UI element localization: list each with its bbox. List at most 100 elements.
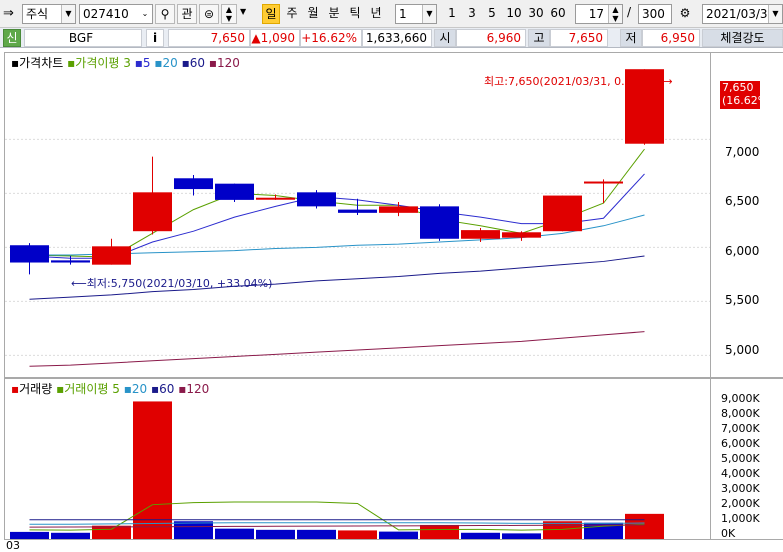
volume-bar — [338, 530, 377, 539]
period-day-button[interactable]: 일 — [262, 4, 280, 24]
search-icon: ⚲ — [160, 7, 170, 21]
minute-30-button[interactable]: 30 — [525, 4, 547, 24]
count-value: 17 — [588, 7, 604, 21]
y-tick: 4,000K — [721, 467, 760, 480]
volume-bar — [379, 531, 418, 539]
count-total-input[interactable]: 300 — [638, 4, 672, 24]
down-arrow-icon[interactable]: ▼ — [222, 14, 236, 23]
date-axis-label: 03 — [6, 539, 20, 552]
y-tick: 6,500 — [725, 194, 760, 208]
dropdown-arrow-icon[interactable]: ▼ — [240, 7, 246, 27]
volume-bar — [92, 525, 131, 539]
y-tick: 2,000K — [721, 497, 760, 510]
volume-chart-pane[interactable]: ▪거래량 ▪거래이평 5 ▪20 ▪60 ▪120 — [4, 378, 711, 540]
up-arrow-icon[interactable]: ▲ — [222, 5, 236, 14]
spin-icon[interactable]: ▲ ▼ — [608, 5, 622, 23]
chevron-down-icon[interactable]: ▼ — [61, 5, 75, 23]
high-label: 고 — [528, 29, 550, 47]
pin-icon: ⚙ — [679, 6, 691, 20]
arrow-left-icon: ⟵ — [71, 277, 87, 290]
count-input[interactable]: 17 ▲ ▼ — [575, 4, 623, 24]
candle-body — [461, 230, 500, 239]
y-tick: 7,000 — [725, 145, 760, 159]
current-price-tag-value: 7,650 — [722, 81, 754, 94]
y-tick: 6,000 — [725, 244, 760, 258]
candle-body — [543, 195, 582, 232]
y-tick: 5,000K — [721, 452, 760, 465]
max-price-text: 최고:7,650(2021/03/31, 0.00%) — [484, 75, 654, 88]
trade-volume: 1,633,660 — [362, 29, 432, 47]
y-tick: 7,000K — [721, 422, 760, 435]
price-chart-pane[interactable]: ▪가격차트 ▪가격이평 3 ▪5 ▪20 ▪60 ▪120 최고:7,650(2… — [4, 52, 711, 378]
refresh-icon: ⊜ — [203, 7, 215, 21]
minute-10-button[interactable]: 10 — [503, 4, 525, 24]
toolbar: ⇒ 주식 ▼ 027410 ⌄ ⚲ 관 ⊜ ▲ ▼ ▼ 일 주 월 분 틱 년 1 ▼ … — [0, 0, 783, 28]
open-price: 6,960 — [456, 29, 526, 47]
candle-body — [51, 260, 90, 263]
minute-1-button[interactable]: 1 — [443, 4, 461, 24]
chevron-down-icon[interactable]: ▼ — [422, 5, 436, 23]
chevron-down-icon[interactable]: ⌄ — [138, 5, 152, 23]
price-axis: 7,650 (16.62%) 7,000 6,500 6,000 5,500 5,… — [711, 52, 783, 378]
menu-arrow-icon[interactable]: ⇒ — [3, 6, 14, 26]
ma-line-120 — [29, 331, 645, 367]
arrow-right-icon: ⟶ — [656, 75, 673, 88]
period-year-button[interactable]: 년 — [367, 4, 385, 24]
candle-body — [133, 192, 172, 232]
volume-bar — [502, 533, 541, 539]
y-tick: 9,000K — [721, 392, 760, 405]
period-minute-button[interactable]: 분 — [325, 4, 343, 24]
high-price: 7,650 — [550, 29, 608, 47]
date-axis-bar: 03 — [0, 540, 783, 551]
candle-body — [502, 232, 541, 238]
stock-name: BGF — [24, 29, 142, 47]
candle-body — [584, 181, 623, 184]
current-price: 7,650 — [168, 29, 250, 47]
period-month-button[interactable]: 월 — [304, 4, 322, 24]
candle-body — [338, 209, 377, 213]
minute-5-button[interactable]: 5 — [483, 4, 501, 24]
volume-chart-svg[interactable] — [5, 379, 710, 539]
minute-3-button[interactable]: 3 — [463, 4, 481, 24]
change-rate: +16.62% — [300, 29, 362, 47]
search-button[interactable]: ⚲ — [155, 4, 175, 24]
price-change: ▲1,090 — [250, 29, 300, 47]
open-label: 시 — [434, 29, 456, 47]
y-tick: 5,500 — [725, 293, 760, 307]
volume-bar — [174, 521, 213, 539]
volume-bar — [10, 531, 49, 539]
up-down-spin[interactable]: ▲ ▼ — [221, 4, 237, 24]
low-label: 저 — [620, 29, 642, 47]
low-price: 6,950 — [642, 29, 700, 47]
stock-code-input[interactable]: 027410 ⌄ — [79, 4, 153, 24]
current-rate-tag-value: (16.62%) — [722, 94, 773, 107]
pin-button[interactable]: ⚙ — [675, 4, 695, 24]
new-badge: 신 — [3, 29, 21, 47]
period-week-button[interactable]: 주 — [283, 4, 301, 24]
volume-bar — [625, 513, 664, 539]
info-button[interactable]: i — [146, 29, 164, 47]
price-chart-svg[interactable] — [5, 53, 710, 377]
refresh-button[interactable]: ⊜ — [199, 4, 219, 24]
min-price-text: 최저:5,750(2021/03/10, +33.04%) — [86, 277, 273, 290]
candle-body — [420, 206, 459, 239]
y-tick: 1,000K — [721, 512, 760, 525]
candle-body — [174, 178, 213, 190]
candle-body — [10, 245, 49, 263]
strength-label[interactable]: 체결강도 — [702, 29, 783, 47]
y-tick: 6,000K — [721, 437, 760, 450]
date-select[interactable]: 2021/03/31 ▼ — [702, 4, 783, 24]
interval-select[interactable]: 1 ▼ — [395, 4, 437, 24]
period-tick-button[interactable]: 틱 — [346, 4, 364, 24]
max-price-label: 최고:7,650(2021/03/31, 0.00%) ⟶ — [484, 73, 673, 89]
chevron-down-icon[interactable]: ▼ — [768, 5, 782, 23]
interval-value: 1 — [399, 7, 407, 21]
y-tick: 8,000K — [721, 407, 760, 420]
minute-60-button[interactable]: 60 — [547, 4, 569, 24]
current-price-tag: 7,650 (16.62%) — [720, 81, 773, 109]
watch-button[interactable]: 관 — [177, 4, 197, 24]
market-select[interactable]: 주식 ▼ — [22, 4, 76, 24]
stock-code-value: 027410 — [83, 7, 129, 21]
volume-bar — [420, 524, 459, 539]
slash-text: / — [627, 5, 632, 19]
